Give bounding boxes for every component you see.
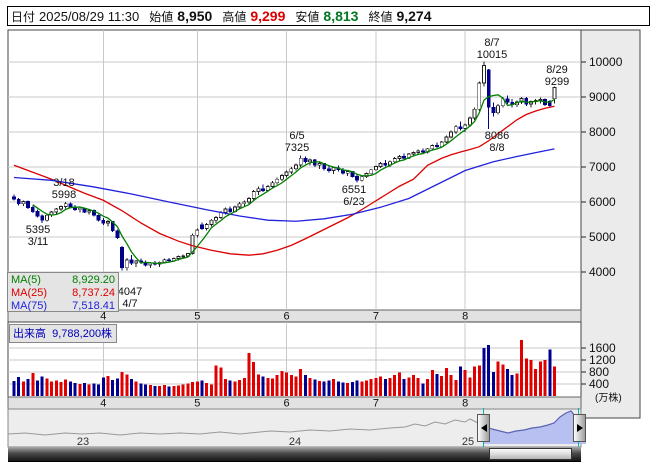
left-arrow-icon xyxy=(480,424,487,432)
volume-label-box: 出来高 9,788,200株 xyxy=(9,324,118,343)
svg-text:4: 4 xyxy=(100,398,106,410)
low-value: 8,813 xyxy=(323,8,359,24)
close-label: 終値 xyxy=(368,9,393,24)
svg-text:8086: 8086 xyxy=(485,130,509,142)
svg-text:6000: 6000 xyxy=(589,195,616,209)
svg-text:8/7: 8/7 xyxy=(484,37,499,49)
svg-text:4000: 4000 xyxy=(589,265,616,279)
svg-text:10000: 10000 xyxy=(589,55,623,69)
stock-chart-app: 10000 9000 8000 7000 6000 5000 4000 1600 1200 800… xyxy=(0,0,653,470)
svg-text:3/11: 3/11 xyxy=(28,236,49,248)
svg-text:4047: 4047 xyxy=(118,286,142,298)
svg-text:8000: 8000 xyxy=(589,125,616,139)
svg-text:(万株): (万株) xyxy=(595,391,622,404)
svg-text:7: 7 xyxy=(373,398,379,410)
svg-text:8/8: 8/8 xyxy=(489,142,504,154)
right-arrow-icon xyxy=(576,424,583,432)
svg-text:5000: 5000 xyxy=(589,230,616,244)
open-value: 8,950 xyxy=(177,8,213,24)
svg-text:5: 5 xyxy=(194,311,200,323)
svg-text:7325: 7325 xyxy=(285,142,309,154)
svg-text:9299: 9299 xyxy=(545,76,569,88)
svg-text:9000: 9000 xyxy=(589,90,616,104)
svg-text:5395: 5395 xyxy=(26,224,50,236)
open-label: 始値 xyxy=(149,9,174,24)
chart-svg: 1000090008000700060005000400016001200800… xyxy=(7,29,641,448)
svg-text:4/7: 4/7 xyxy=(122,298,137,310)
svg-text:7: 7 xyxy=(373,311,379,323)
svg-text:6/23: 6/23 xyxy=(343,196,364,208)
high-label: 高値 xyxy=(222,9,247,24)
ma-legend-row-ma25: MA(25) 8,737.24 xyxy=(11,287,115,300)
svg-text:6551: 6551 xyxy=(342,184,366,196)
close-value: 9,274 xyxy=(396,8,432,24)
ma75-label: MA(75) xyxy=(11,300,48,312)
ma25-value: 8,737.24 xyxy=(72,287,115,299)
low-label: 安値 xyxy=(295,9,320,24)
svg-text:7000: 7000 xyxy=(589,160,616,174)
ma-legend: MA(5) 8,929.20 MA(25) 8,737.24 MA(75) 7,… xyxy=(7,272,119,312)
svg-text:6: 6 xyxy=(284,311,290,323)
quote-header: 日付 2025/08/29 11:30 始値 8,950 高値 9,299 安値… xyxy=(7,6,650,26)
volume-label: 出来高 xyxy=(13,328,46,340)
svg-text:5: 5 xyxy=(194,398,200,410)
nav-handle-right[interactable] xyxy=(573,414,586,442)
svg-text:8: 8 xyxy=(462,398,468,410)
ma25-label: MA(25) xyxy=(11,287,48,299)
svg-text:3/18: 3/18 xyxy=(53,177,74,189)
svg-text:8: 8 xyxy=(462,311,468,323)
svg-text:400: 400 xyxy=(589,377,609,391)
scrollbar-thumb[interactable] xyxy=(489,448,572,460)
svg-text:6: 6 xyxy=(284,398,290,410)
high-value: 9,299 xyxy=(250,8,286,24)
date-value: 2025/08/29 11:30 xyxy=(39,8,140,24)
ma-legend-row-ma75: MA(75) 7,518.41 xyxy=(11,300,115,313)
ma5-value: 8,929.20 xyxy=(72,274,115,286)
svg-text:10015: 10015 xyxy=(477,49,508,61)
nav-handle-left[interactable] xyxy=(477,414,490,442)
svg-text:5998: 5998 xyxy=(52,189,76,201)
ma5-label: MA(5) xyxy=(11,274,41,286)
ma75-value: 7,518.41 xyxy=(72,300,115,312)
svg-text:6/5: 6/5 xyxy=(289,130,304,142)
svg-text:8/29: 8/29 xyxy=(546,64,567,76)
volume-value: 9,788,200株 xyxy=(52,328,113,340)
ma-legend-row-ma5: MA(5) 8,929.20 xyxy=(11,274,115,287)
date-label: 日付 xyxy=(11,9,36,24)
